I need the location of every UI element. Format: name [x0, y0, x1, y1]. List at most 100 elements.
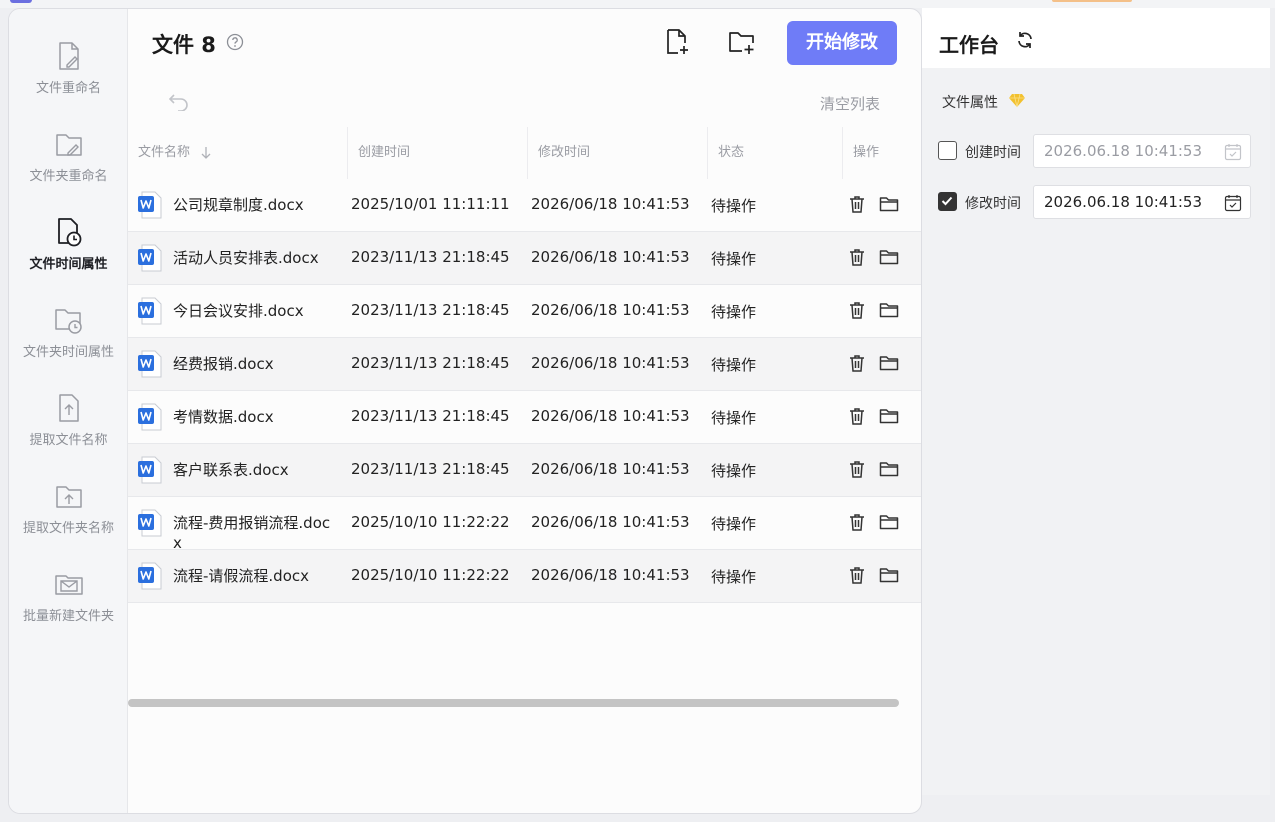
- modified-time-field[interactable]: 2026.06.18 10:41:53: [1033, 185, 1251, 219]
- file-name-cell: 活动人员安排表.docx: [173, 249, 319, 267]
- horizontal-scrollbar[interactable]: [128, 699, 899, 707]
- created-time-checkbox[interactable]: [938, 141, 957, 160]
- table-row[interactable]: 公司规章制度.docx 2025/10/01 11:11:11 2026/06/18…: [128, 179, 921, 232]
- file-name-cell: 考情数据.docx: [173, 408, 274, 426]
- created-time-cell: 2023/11/13 21:18:45: [351, 301, 510, 319]
- modified-time-cell: 2026/06/18 10:41:53: [531, 407, 690, 425]
- help-icon[interactable]: [226, 33, 244, 51]
- modified-time-cell: 2026/06/18 10:41:53: [531, 301, 690, 319]
- open-folder-icon[interactable]: [879, 302, 899, 322]
- table-row[interactable]: 经费报销.docx 2023/11/13 21:18:45 2026/06/18 1…: [128, 338, 921, 391]
- modified-time-cell: 2026/06/18 10:41:53: [531, 566, 690, 584]
- open-folder-icon[interactable]: [879, 461, 899, 481]
- delete-icon[interactable]: [849, 354, 865, 376]
- word-doc-icon: [137, 297, 163, 329]
- refresh-icon[interactable]: [1015, 30, 1035, 50]
- delete-icon[interactable]: [849, 460, 865, 482]
- created-time-cell: 2025/10/10 11:22:22: [351, 513, 510, 531]
- table-row[interactable]: 流程-费用报销流程.docx 2025/10/10 11:22:22 2026/06…: [128, 497, 921, 552]
- clear-list-button[interactable]: 清空列表: [820, 93, 880, 114]
- word-doc-icon: [137, 244, 163, 276]
- sidebar-item-folder-time[interactable]: 文件夹时间属性: [9, 305, 128, 385]
- column-header-name[interactable]: 文件名称: [138, 127, 212, 179]
- file-upload-icon: [58, 394, 79, 422]
- table-row[interactable]: 考情数据.docx 2023/11/13 21:18:45 2026/06/18 1…: [128, 391, 921, 444]
- diamond-vip-icon: [1009, 93, 1025, 108]
- sidebar-item-batch-new-folder[interactable]: 批量新建文件夹: [9, 569, 128, 649]
- open-folder-icon[interactable]: [879, 249, 899, 269]
- delete-icon[interactable]: [849, 566, 865, 588]
- created-time-cell: 2025/10/01 11:11:11: [351, 195, 510, 213]
- undo-icon[interactable]: [167, 91, 191, 111]
- add-file-icon[interactable]: [665, 28, 691, 56]
- status-cell: 待操作: [711, 197, 757, 215]
- add-folder-icon[interactable]: [727, 28, 757, 56]
- sidebar-item-file-rename[interactable]: 文件重命名: [9, 41, 128, 121]
- window-top-strip: [0, 0, 1275, 8]
- column-header-actions: 操作: [853, 145, 880, 160]
- sidebar-item-extract-folder-name[interactable]: 提取文件夹名称: [9, 481, 128, 561]
- created-time-cell: 2023/11/13 21:18:45: [351, 460, 510, 478]
- sidebar-item-label: 文件夹重命名: [29, 169, 108, 184]
- word-doc-icon: [137, 509, 163, 541]
- column-divider[interactable]: [842, 127, 843, 179]
- delete-icon[interactable]: [849, 248, 865, 270]
- open-folder-icon[interactable]: [879, 355, 899, 375]
- created-time-cell: 2023/11/13 21:18:45: [351, 354, 510, 372]
- top-accent-mark: [10, 0, 32, 3]
- checkmark-icon: [941, 196, 953, 206]
- table-row[interactable]: 客户联系表.docx 2023/11/13 21:18:45 2026/06/18 …: [128, 444, 921, 497]
- table-row[interactable]: 活动人员安排表.docx 2023/11/13 21:18:45 2026/06/1…: [128, 232, 921, 285]
- status-cell: 待操作: [711, 409, 757, 427]
- workbench-title: 工作台: [939, 33, 999, 57]
- file-list-area: 文件 8 开始修改 清空列表 文件名称 创建时间 修改时间 状态 操作 公司规章…: [128, 9, 921, 813]
- calendar-icon[interactable]: [1224, 194, 1242, 212]
- status-cell: 待操作: [711, 356, 757, 374]
- status-cell: 待操作: [711, 250, 757, 268]
- column-divider[interactable]: [707, 127, 708, 179]
- sidebar-item-label: 文件重命名: [35, 81, 101, 96]
- word-doc-icon: [137, 562, 163, 594]
- file-name-cell: 流程-请假流程.docx: [173, 567, 310, 585]
- created-time-cell: 2025/10/10 11:22:22: [351, 566, 510, 584]
- column-divider[interactable]: [347, 127, 348, 179]
- delete-icon[interactable]: [849, 301, 865, 323]
- sidebar-item-extract-file-name[interactable]: 提取文件名称: [9, 393, 128, 473]
- created-time-field[interactable]: 2026.06.18 10:41:53: [1033, 134, 1251, 168]
- open-folder-icon[interactable]: [879, 567, 899, 587]
- status-cell: 待操作: [711, 462, 757, 480]
- start-modify-button[interactable]: 开始修改: [787, 21, 897, 65]
- column-header-modified: 修改时间: [538, 145, 591, 160]
- created-time-cell: 2023/11/13 21:18:45: [351, 248, 510, 266]
- top-orange-mark: [1052, 0, 1132, 2]
- delete-icon[interactable]: [849, 407, 865, 429]
- folder-edit-icon: [55, 134, 82, 156]
- modified-time-cell: 2026/06/18 10:41:53: [531, 460, 690, 478]
- open-folder-icon[interactable]: [879, 514, 899, 534]
- column-header-created: 创建时间: [358, 145, 411, 160]
- table-row[interactable]: 流程-请假流程.docx 2025/10/10 11:22:22 2026/06/1…: [128, 550, 921, 603]
- file-attributes-title: 文件属性: [942, 95, 998, 111]
- word-doc-icon: [137, 191, 163, 223]
- sidebar: 文件重命名 文件夹重命名 文件时间属性 文件夹时间属性 提取文件名称 提取文件夹…: [9, 9, 128, 813]
- word-doc-icon: [137, 403, 163, 435]
- word-doc-icon: [137, 350, 163, 382]
- sort-arrow-down-icon[interactable]: [200, 146, 212, 160]
- column-divider[interactable]: [527, 127, 528, 179]
- sidebar-item-label: 文件夹时间属性: [22, 345, 114, 360]
- delete-icon[interactable]: [849, 195, 865, 217]
- open-folder-icon[interactable]: [879, 408, 899, 428]
- delete-icon[interactable]: [849, 513, 865, 535]
- calendar-icon[interactable]: [1224, 143, 1242, 161]
- table-row[interactable]: 今日会议安排.docx 2023/11/13 21:18:45 2026/06/18…: [128, 285, 921, 338]
- sidebar-item-folder-rename[interactable]: 文件夹重命名: [9, 129, 128, 209]
- folder-upload-icon: [55, 486, 82, 508]
- created-time-cell: 2023/11/13 21:18:45: [351, 407, 510, 425]
- modified-time-checkbox[interactable]: [938, 192, 957, 211]
- open-folder-icon[interactable]: [879, 196, 899, 216]
- sidebar-item-label: 批量新建文件夹: [22, 609, 114, 624]
- sidebar-item-file-time[interactable]: 文件时间属性: [9, 217, 128, 297]
- page-title: 文件 8: [152, 33, 216, 57]
- folder-mail-icon: [54, 575, 83, 595]
- sidebar-item-label: 提取文件夹名称: [22, 521, 114, 536]
